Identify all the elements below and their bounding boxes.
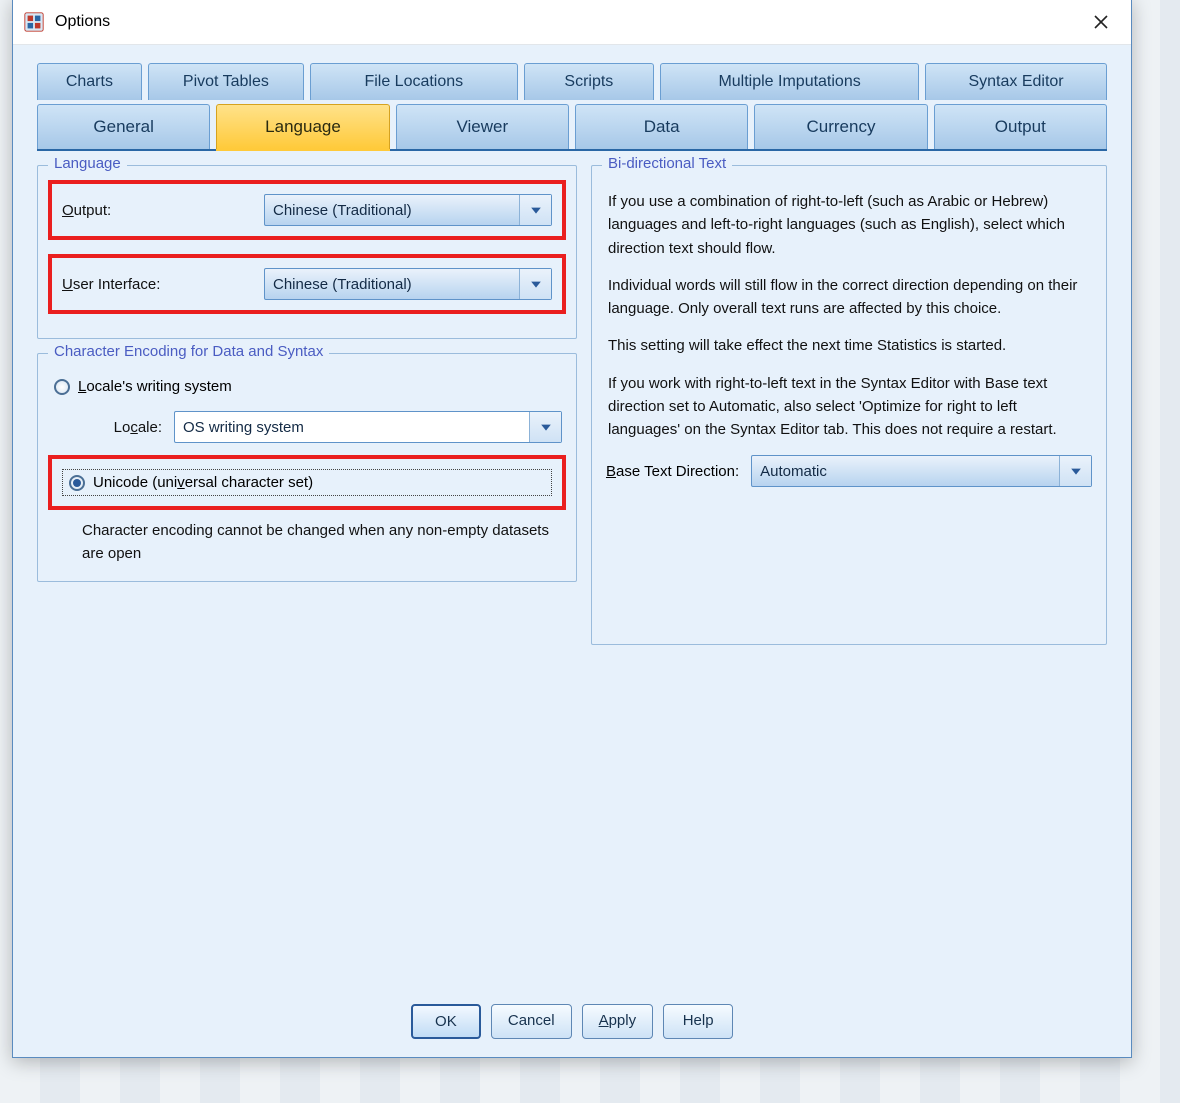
apply-button[interactable]: Apply <box>582 1004 654 1039</box>
encoding-note: Character encoding cannot be changed whe… <box>82 520 558 565</box>
cancel-button[interactable]: Cancel <box>491 1004 572 1039</box>
output-label: Output: <box>62 202 252 219</box>
dropdown-arrow-icon <box>529 412 561 442</box>
radio-icon <box>69 475 85 491</box>
tab-language[interactable]: Language <box>216 104 389 149</box>
app-icon <box>23 11 45 33</box>
radio-unicode[interactable]: Unicode (universal character set) <box>62 469 552 496</box>
highlight-output: Output: Chinese (Traditional) <box>48 180 566 240</box>
locale-label: Locale: <box>52 419 162 436</box>
bidi-p4: If you work with right-to-left text in t… <box>608 372 1090 442</box>
tab-general[interactable]: General <box>37 104 210 149</box>
group-bidi-legend: Bi-directional Text <box>602 155 732 172</box>
tab-pivot-tables[interactable]: Pivot Tables <box>148 63 304 100</box>
tab-charts[interactable]: Charts <box>37 63 142 100</box>
output-language-combo[interactable]: Chinese (Traditional) <box>264 194 552 226</box>
dropdown-arrow-icon <box>519 195 551 225</box>
base-text-direction-combo[interactable]: Automatic <box>751 455 1092 487</box>
help-button[interactable]: Help <box>663 1004 733 1039</box>
locale-combo[interactable]: OS writing system <box>174 411 562 443</box>
tab-row-upper: Charts Pivot Tables File Locations Scrip… <box>37 63 1107 100</box>
group-bidi: Bi-directional Text If you use a combina… <box>591 165 1107 645</box>
tab-currency[interactable]: Currency <box>754 104 927 149</box>
window-title: Options <box>55 13 110 31</box>
button-bar: OK Cancel Apply Help <box>37 992 1107 1043</box>
ui-language-combo[interactable]: Chinese (Traditional) <box>264 268 552 300</box>
tab-multiple-imputations[interactable]: Multiple Imputations <box>660 63 919 100</box>
options-dialog: Options Charts Pivot Tables File Locatio… <box>12 0 1132 1058</box>
bidi-p2: Individual words will still flow in the … <box>608 274 1090 321</box>
radio-locale-label: Locale's writing system <box>78 378 232 395</box>
radio-locale-writing-system[interactable]: Locale's writing system <box>52 372 562 401</box>
ui-label: User Interface: <box>62 276 252 293</box>
radio-icon <box>54 379 70 395</box>
tab-data[interactable]: Data <box>575 104 748 149</box>
group-language: Language Output: Chinese (Traditional) <box>37 165 577 339</box>
tab-scripts[interactable]: Scripts <box>524 63 655 100</box>
base-text-direction-value: Automatic <box>760 463 827 480</box>
ok-button[interactable]: OK <box>411 1004 481 1039</box>
dialog-body: Charts Pivot Tables File Locations Scrip… <box>13 45 1131 1057</box>
highlight-unicode: Unicode (universal character set) <box>48 455 566 510</box>
dropdown-arrow-icon <box>519 269 551 299</box>
tab-file-locations[interactable]: File Locations <box>310 63 518 100</box>
locale-value: OS writing system <box>183 419 304 436</box>
base-text-direction-label: Base Text Direction: <box>606 463 739 480</box>
radio-unicode-label: Unicode (universal character set) <box>93 474 313 491</box>
tab-row-lower: General Language Viewer Data Currency Ou… <box>37 104 1107 149</box>
tab-syntax-editor[interactable]: Syntax Editor <box>925 63 1107 100</box>
title-bar: Options <box>13 0 1131 45</box>
tab-strip: Charts Pivot Tables File Locations Scrip… <box>37 63 1107 151</box>
group-encoding: Character Encoding for Data and Syntax L… <box>37 353 577 582</box>
close-button[interactable] <box>1081 6 1121 38</box>
tab-viewer[interactable]: Viewer <box>396 104 569 149</box>
tab-output[interactable]: Output <box>934 104 1107 149</box>
highlight-ui: User Interface: Chinese (Traditional) <box>48 254 566 314</box>
bidi-p1: If you use a combination of right-to-lef… <box>608 190 1090 260</box>
group-encoding-legend: Character Encoding for Data and Syntax <box>48 343 329 360</box>
ui-language-value: Chinese (Traditional) <box>273 276 412 293</box>
output-language-value: Chinese (Traditional) <box>273 202 412 219</box>
dropdown-arrow-icon <box>1059 456 1091 486</box>
bidi-p3: This setting will take effect the next t… <box>608 334 1090 357</box>
group-language-legend: Language <box>48 155 127 172</box>
